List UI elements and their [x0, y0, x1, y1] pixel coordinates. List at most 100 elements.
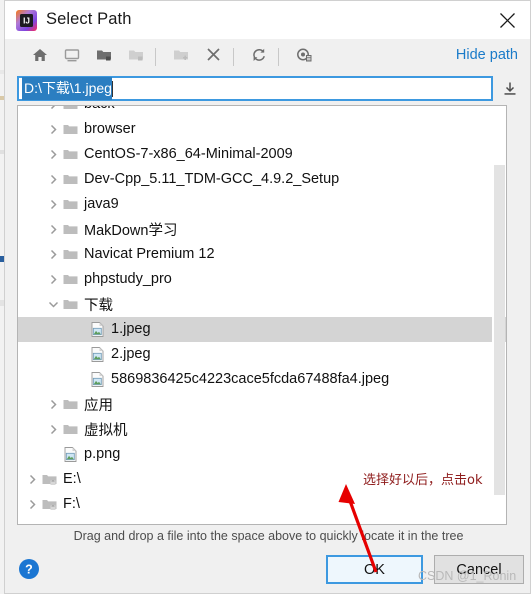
drag-drop-hint: Drag and drop a file into the space abov…: [73, 529, 464, 543]
tree-row[interactable]: Navicat Premium 12: [18, 242, 506, 267]
folder-icon: [61, 171, 79, 189]
tree-row[interactable]: 2.jpeg: [18, 342, 506, 367]
chevron-right-icon[interactable]: [45, 192, 61, 217]
ok-button[interactable]: OK: [326, 555, 423, 584]
path-input-value: D:\下载\1.jpeg: [22, 77, 112, 100]
new-folder-button: [168, 44, 194, 70]
help-icon[interactable]: ?: [18, 558, 40, 580]
tree-row-label: 5869836425c4223cace5fcda67488fa4.jpeg: [111, 371, 390, 387]
svg-text:?: ?: [25, 563, 33, 577]
tree-row[interactable]: browser: [18, 117, 506, 142]
tree-row-label: E:\: [63, 471, 81, 487]
select-path-dialog: IJ Select Path Hide path D:\下载\1.jpeg br…: [4, 0, 531, 594]
chevron-down-icon[interactable]: [45, 292, 61, 317]
desktop-icon: [64, 47, 80, 68]
title-bar: IJ Select Path: [5, 1, 530, 39]
toolbar: Hide path: [5, 41, 530, 73]
folder-icon: [61, 196, 79, 214]
tree-row[interactable]: CentOS-7-x86_64-Minimal-2009: [18, 142, 506, 167]
tree-row-label: MakDown学习: [84, 222, 178, 239]
tree-row[interactable]: 应用: [18, 392, 506, 417]
path-input[interactable]: D:\下载\1.jpeg: [17, 76, 493, 101]
tree-row[interactable]: F:\: [18, 492, 506, 517]
refresh-icon: [251, 47, 267, 68]
tree-row-label: browser: [84, 121, 136, 137]
toolbar-separator: [278, 48, 279, 66]
drive-lock-icon: [40, 471, 58, 489]
toolbar-separator: [233, 48, 234, 66]
tree-row-label: java9: [84, 196, 119, 212]
chevron-right-icon[interactable]: [45, 106, 61, 117]
directory-tree-viewport: back browser CentOS-7-x86_64-Minimal-2009 D…: [18, 106, 506, 524]
image-file-icon: [61, 446, 79, 464]
project-directory-button[interactable]: [91, 44, 117, 70]
image-file-icon: [88, 371, 106, 389]
home-icon: [32, 47, 48, 68]
chevron-right-icon[interactable]: [24, 467, 40, 492]
drive-lock-icon: [40, 496, 58, 514]
tree-row[interactable]: Dev-Cpp_5.11_TDM-GCC_4.9.2_Setup: [18, 167, 506, 192]
folder-icon: [61, 146, 79, 164]
show-hidden-button[interactable]: [291, 44, 317, 70]
tree-row[interactable]: MakDown学习: [18, 217, 506, 242]
tree-scrollbar-thumb[interactable]: [494, 165, 505, 495]
chevron-right-icon[interactable]: [45, 167, 61, 192]
svg-text:IJ: IJ: [23, 17, 30, 26]
close-button[interactable]: [484, 1, 530, 39]
tree-row[interactable]: phpstudy_pro: [18, 267, 506, 292]
tree-row[interactable]: 1.jpeg: [18, 317, 506, 342]
delete-button[interactable]: [200, 44, 226, 70]
tree-row[interactable]: back: [18, 106, 506, 117]
tree-row-label: 1.jpeg: [111, 321, 151, 337]
tree-row-label: 下载: [84, 297, 113, 314]
chevron-right-icon[interactable]: [45, 417, 61, 442]
home-button[interactable]: [27, 44, 53, 70]
folder-icon: [61, 396, 79, 414]
hide-path-link[interactable]: Hide path: [456, 47, 518, 63]
twisty-placeholder: [72, 317, 88, 342]
intellij-idea-icon: IJ: [16, 10, 37, 31]
folder-icon: [61, 421, 79, 439]
chevron-right-icon[interactable]: [24, 492, 40, 517]
tree-row[interactable]: java9: [18, 192, 506, 217]
twisty-placeholder: [72, 342, 88, 367]
new-folder-icon: [173, 47, 189, 68]
tree-row-label: back: [84, 106, 115, 113]
refresh-button[interactable]: [246, 44, 272, 70]
chevron-right-icon[interactable]: [45, 117, 61, 142]
show-hidden-icon: [296, 47, 313, 68]
project-folder-icon: [96, 47, 112, 68]
tree-row-label: phpstudy_pro: [84, 271, 172, 287]
folder-icon: [61, 271, 79, 289]
tree-row-label: Navicat Premium 12: [84, 246, 215, 262]
folder-icon: [61, 106, 79, 114]
directory-tree-panel: back browser CentOS-7-x86_64-Minimal-2009 D…: [17, 105, 507, 525]
module-folder-icon: [128, 47, 144, 68]
tree-row[interactable]: 下载: [18, 292, 506, 317]
image-file-icon: [88, 321, 106, 339]
download-icon[interactable]: [500, 79, 520, 99]
chevron-right-icon[interactable]: [45, 142, 61, 167]
directory-tree: back browser CentOS-7-x86_64-Minimal-2009 D…: [18, 106, 506, 517]
folder-icon: [61, 121, 79, 139]
tree-vertical-scrollbar[interactable]: [492, 107, 505, 523]
desktop-button[interactable]: [59, 44, 85, 70]
twisty-placeholder: [45, 442, 61, 467]
tree-row[interactable]: 虚拟机: [18, 417, 506, 442]
csdn-watermark: CSDN @1_Ronin: [418, 569, 517, 583]
window-title: Select Path: [46, 10, 132, 28]
tree-row-label: Dev-Cpp_5.11_TDM-GCC_4.9.2_Setup: [84, 171, 340, 187]
close-icon: [499, 12, 516, 29]
chevron-right-icon[interactable]: [45, 267, 61, 292]
folder-icon: [61, 296, 79, 314]
tree-row[interactable]: p.png: [18, 442, 506, 467]
tree-row-label: CentOS-7-x86_64-Minimal-2009: [84, 146, 293, 162]
tree-row[interactable]: 5869836425c4223cace5fcda67488fa4.jpeg: [18, 367, 506, 392]
chevron-right-icon[interactable]: [45, 392, 61, 417]
tree-row-label: 应用: [84, 397, 113, 414]
tree-row-label: F:\: [63, 496, 80, 512]
tree-row-label: p.png: [84, 446, 121, 462]
chevron-right-icon[interactable]: [45, 242, 61, 267]
chevron-right-icon[interactable]: [45, 217, 61, 242]
twisty-placeholder: [72, 367, 88, 392]
